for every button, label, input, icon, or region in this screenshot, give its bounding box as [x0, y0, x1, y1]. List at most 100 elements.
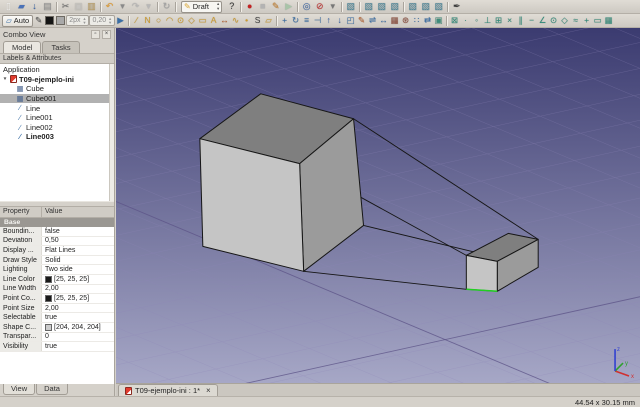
tab-view[interactable]: View: [3, 384, 35, 395]
3d-viewport[interactable]: xyz: [116, 28, 640, 383]
snap-endpoint-icon[interactable]: ∙: [460, 15, 471, 27]
whats-this-icon[interactable]: ?: [225, 1, 238, 13]
snap-dimensions-icon[interactable]: ▦: [603, 15, 614, 27]
draft-clone-icon[interactable]: ▣: [433, 15, 444, 27]
draft-shapestring-icon[interactable]: S: [252, 15, 263, 27]
tab-data[interactable]: Data: [36, 384, 68, 395]
tree-item-line003[interactable]: ∕Line003: [0, 132, 114, 142]
snap-grid-icon[interactable]: ⊞: [493, 15, 504, 27]
draft-rectangle-icon[interactable]: ▭: [197, 15, 208, 27]
new-file-icon[interactable]: ▯: [2, 1, 15, 13]
paste-icon[interactable]: ▥: [85, 1, 98, 13]
tree-item-document[interactable]: ▾T09-ejemplo-ini: [0, 75, 114, 85]
snap-midpoint-icon[interactable]: ◦: [471, 15, 482, 27]
draft-dimension-icon[interactable]: ↔: [219, 15, 230, 27]
property-row[interactable]: Point Co...[25, 25, 25]: [0, 294, 114, 304]
cut-icon[interactable]: ✂: [59, 1, 72, 13]
document-tab[interactable]: T09-ejemplo-ini : 1* ×: [118, 384, 218, 396]
draft-move-icon[interactable]: +: [279, 15, 290, 27]
draft-text-icon[interactable]: A: [208, 15, 219, 27]
draw-style-dropdown-icon[interactable]: ▾: [326, 1, 339, 13]
draft-arc-icon[interactable]: ◠: [164, 15, 175, 27]
property-row[interactable]: Display ...Flat Lines: [0, 246, 114, 256]
draft-point-array-icon[interactable]: ∷: [411, 15, 422, 27]
draft-polar-array-icon[interactable]: ⊛: [400, 15, 411, 27]
draft-offset-icon[interactable]: ≡: [301, 15, 312, 27]
line-width-spinbox[interactable]: 2px▲▼: [66, 15, 89, 26]
tree-item-line002[interactable]: ∕Line002: [0, 123, 114, 133]
dock-close-icon[interactable]: ×: [102, 30, 111, 39]
refresh-icon[interactable]: ↻: [160, 1, 173, 13]
face-color-swatch[interactable]: [56, 16, 65, 25]
copy-icon[interactable]: ▣: [72, 1, 85, 13]
redo-icon[interactable]: ↷: [129, 1, 142, 13]
draft-to-sketch-icon[interactable]: ⇄: [422, 15, 433, 27]
snap-lock-icon[interactable]: ⊠: [449, 15, 460, 27]
dock-float-icon[interactable]: ▫: [91, 30, 100, 39]
property-row[interactable]: Transpar...0: [0, 333, 114, 343]
draw-style-icon[interactable]: ⊘: [313, 1, 326, 13]
draft-rotate-icon[interactable]: ↻: [290, 15, 301, 27]
snap-center-icon[interactable]: ⊙: [548, 15, 559, 27]
axonometric-view-icon[interactable]: ▧: [344, 1, 357, 13]
right-view-icon[interactable]: ▧: [388, 1, 401, 13]
snap-intersection-icon[interactable]: ×: [504, 15, 515, 27]
tree-item-cube[interactable]: ▦Cube: [0, 84, 114, 94]
tree-item-application[interactable]: Application: [0, 65, 114, 75]
measure-icon[interactable]: ✒: [450, 1, 463, 13]
property-row[interactable]: Deviation0,50: [0, 237, 114, 247]
workbench-selector[interactable]: ✎Draft▴▾: [181, 1, 222, 13]
tree-item-line[interactable]: ∕Line: [0, 103, 114, 113]
save-icon[interactable]: ↓: [28, 1, 41, 13]
draft-trimex-icon[interactable]: ⊣: [312, 15, 323, 27]
working-plane-button[interactable]: ▱Auto: [2, 15, 33, 27]
macro-stop-icon[interactable]: ■: [256, 1, 269, 13]
cube001-object-front-face[interactable]: [466, 255, 497, 291]
property-row[interactable]: Selectabletrue: [0, 313, 114, 323]
tab-tasks[interactable]: Tasks: [42, 41, 79, 53]
draft-point-icon[interactable]: •: [241, 15, 252, 27]
draft-edit-icon[interactable]: ✎: [356, 15, 367, 27]
rear-view-icon[interactable]: ▧: [406, 1, 419, 13]
undo-icon[interactable]: ↶: [103, 1, 116, 13]
property-group-base[interactable]: Base: [0, 218, 114, 227]
draft-stretch-icon[interactable]: ↔: [378, 15, 389, 27]
property-row[interactable]: Line Width2,00: [0, 285, 114, 295]
print-icon[interactable]: ▤: [41, 1, 54, 13]
property-row[interactable]: LightingTwo side: [0, 265, 114, 275]
macro-edit-icon[interactable]: ✎: [269, 1, 282, 13]
property-row[interactable]: Line Color[25, 25, 25]: [0, 275, 114, 285]
draft-wire-icon[interactable]: N: [142, 15, 153, 27]
left-view-icon[interactable]: ▧: [432, 1, 445, 13]
line-color-swatch[interactable]: [45, 16, 54, 25]
scale-spinbox[interactable]: 0,20▲▼: [89, 15, 115, 26]
property-row[interactable]: Shape C...[204, 204, 204]: [0, 323, 114, 333]
snap-angle-icon[interactable]: ∠: [537, 15, 548, 27]
draft-ellipse-icon[interactable]: ⊙: [175, 15, 186, 27]
snap-extension-icon[interactable]: −: [526, 15, 537, 27]
redo-dropdown-icon[interactable]: ▾: [142, 1, 155, 13]
property-row[interactable]: Point Size2,00: [0, 304, 114, 314]
tree-scrollbar[interactable]: [109, 64, 114, 201]
tree-item-cube001[interactable]: ▦Cube001: [0, 94, 114, 104]
property-row[interactable]: Draw StyleSolid: [0, 256, 114, 266]
front-view-icon[interactable]: ▧: [362, 1, 375, 13]
draft-downgrade-icon[interactable]: ↓: [334, 15, 345, 27]
snap-parallel-icon[interactable]: ∥: [515, 15, 526, 27]
snap-working-plane-icon[interactable]: ▭: [592, 15, 603, 27]
draft-bspline-icon[interactable]: ∿: [230, 15, 241, 27]
tab-model[interactable]: Model: [3, 41, 41, 53]
draft-line-icon[interactable]: ∕: [131, 15, 142, 27]
open-file-icon[interactable]: ▰: [15, 1, 28, 13]
draft-facebinder-icon[interactable]: ▱: [263, 15, 274, 27]
style-settings-icon[interactable]: ✎: [33, 15, 44, 27]
draft-polygon-icon[interactable]: ◇: [186, 15, 197, 27]
tab-close-icon[interactable]: ×: [206, 386, 211, 395]
undo-dropdown-icon[interactable]: ▾: [116, 1, 129, 13]
draft-upgrade-icon[interactable]: ↑: [323, 15, 334, 27]
snap-special-icon[interactable]: ◇: [559, 15, 570, 27]
draft-array-icon[interactable]: ▦: [389, 15, 400, 27]
macro-record-icon[interactable]: ●: [243, 1, 256, 13]
apply-style-icon[interactable]: ▶: [115, 15, 126, 27]
draft-scale-icon[interactable]: ◰: [345, 15, 356, 27]
